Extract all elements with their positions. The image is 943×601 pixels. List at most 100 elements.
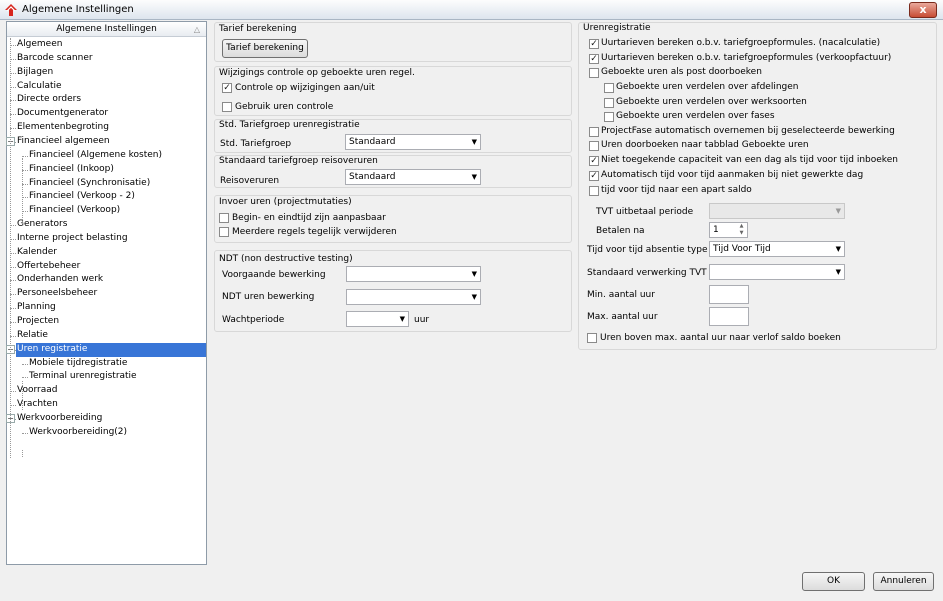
urenregistratie-checkbox[interactable] [589,186,599,196]
verwerking-tvt-dropdown[interactable]: ▼ [709,264,845,280]
chevron-down-icon: ▼ [399,315,405,323]
tree-item[interactable]: Uren registratie [16,342,206,357]
tree-item-label: Terminal urenregistratie [29,371,137,382]
boven-max-checkbox[interactable] [587,333,597,343]
close-button[interactable]: x [909,2,937,18]
tree-item-label: Projecten [17,316,60,326]
tree-header[interactable]: Algemene Instellingen △ [7,22,206,37]
meerdere-regels-checkbox[interactable] [219,227,229,237]
urenregistratie-checkbox[interactable]: ✓ [589,156,599,166]
std-tariefgroep-value: Standaard [349,137,396,147]
tree-item[interactable]: Interne project belasting [16,232,206,246]
urenregistratie-checkbox[interactable] [589,127,599,137]
tree-item[interactable]: Algemeen [16,38,206,52]
annuleren-button[interactable]: Annuleren [873,572,934,591]
tree-item[interactable]: Financieel (Algemene kosten) [28,149,206,163]
urenregistratie-checkbox-label: Uurtarieven bereken o.b.v. tariefgroepfo… [601,53,892,63]
window-title: Algemene Instellingen [22,4,134,15]
urenregistratie-checkbox[interactable] [604,83,614,93]
absentie-type-dropdown[interactable]: Tijd Voor Tijd ▼ [709,241,845,257]
spin-down-icon[interactable]: ▼ [737,230,746,237]
absentie-type-value: Tijd Voor Tijd [713,244,771,254]
tree-item[interactable]: Financieel algemeen [16,135,206,149]
tree-item[interactable]: Vrachten [16,398,206,412]
tree-item[interactable]: Terminal urenregistratie [28,370,206,384]
tree-item[interactable]: Financieel (Synchronisatie) [28,177,206,191]
tarief-title: Tarief berekening [219,24,297,34]
tree-item[interactable]: Bijlagen [16,66,206,80]
tarief-berekening-button[interactable]: Tarief berekening [222,39,308,58]
urenregistratie-checkbox[interactable]: ✓ [589,54,599,64]
settings-tree: Algemene Instellingen △ Algemeen Barcode … [6,21,207,565]
min-aantal-uur-input[interactable] [709,285,749,304]
tree-connector [22,155,28,157]
ok-button[interactable]: OK [802,572,865,591]
betalen-na-value: 1 [713,225,719,235]
ndt-uren-label: NDT uren bewerking [222,292,315,302]
tree-item[interactable]: Financieel (Verkoop - 2) [28,190,206,204]
max-aantal-uur-input[interactable] [709,307,749,326]
tree-item[interactable]: Mobiele tijdregistratie [28,357,206,371]
tree-item[interactable]: Onderhanden werk [16,273,206,287]
betalen-na-spinner[interactable]: 1 ▲ ▼ [709,222,748,238]
tree-item-label: Calculatie [17,80,62,91]
tree-item-label: Onderhanden werk [17,274,104,285]
min-aantal-uur-label: Min. aantal uur [587,290,655,300]
wachtperiode-dropdown[interactable]: ▼ [346,311,409,327]
chevron-down-icon: ▼ [471,138,477,146]
tree-item[interactable]: Voorraad [16,384,206,398]
tree-connector [22,432,28,434]
tree-item[interactable]: Projecten [16,315,206,329]
tree-item[interactable]: Documentgenerator [16,107,206,121]
reisoveruren-title: Standaard tariefgroep reisoveruren [219,156,378,166]
controle-label: Controle op wijzigingen aan/uit [235,83,375,93]
verwerking-tvt-label: Standaard verwerking TVT [587,268,707,278]
urenregistratie-checkbox[interactable]: ✓ [589,171,599,181]
urenregistratie-checkbox[interactable] [589,141,599,151]
tree-item-label: Financieel algemeen [17,135,110,146]
tree-item[interactable]: Financieel (Inkoop) [28,163,206,177]
tree-item[interactable]: Planning [16,301,206,315]
tree-item[interactable]: Kalender [16,246,206,260]
invoer-title: Invoer uren (projectmutaties) [219,197,352,207]
tree-item-label: Directe orders [17,94,82,105]
reisoveruren-dropdown[interactable]: Standaard ▼ [345,169,481,185]
tree-connector [22,158,23,226]
tree-item-label: Financieel (Synchronisatie) [29,177,151,188]
std-tariefgroep-label: Std. Tariefgroep [220,139,292,149]
title-bar: Algemene Instellingen x [0,0,943,20]
tree-item-label: Financieel (Verkoop) [29,205,121,216]
tree-item-label: Interne project belasting [17,232,128,243]
tree-item[interactable]: Werkvoorbereiding [16,412,206,426]
tree-item[interactable]: Relatie [16,329,206,343]
urenregistratie-checkbox[interactable] [589,68,599,78]
urenregistratie-checkbox[interactable] [604,112,614,122]
tree-header-label: Algemene Instellingen [56,24,157,34]
urenregistratie-checkbox[interactable] [604,98,614,108]
tree-item[interactable]: Offertebeheer [16,260,206,274]
urenregistratie-checkbox-label: Uurtarieven bereken o.b.v. tariefgroepfo… [601,38,881,48]
controle-checkbox[interactable]: ✓ [222,83,232,93]
tree-item[interactable]: Financieel (Verkoop) [28,204,206,218]
spin-up-icon[interactable]: ▲ [737,223,746,230]
ndt-uren-bewerking-dropdown[interactable]: ▼ [346,289,481,305]
std-tariefgroep-dropdown[interactable]: Standaard ▼ [345,134,481,150]
tree-item[interactable]: Calculatie [16,80,206,94]
tree-item[interactable]: Elementenbegroting [16,121,206,135]
urenregistratie-checkbox-label: Geboekte uren verdelen over afdelingen [616,82,799,92]
tree-item-label: Voorraad [17,385,58,396]
voorgaande-bewerking-dropdown[interactable]: ▼ [346,266,481,282]
urenregistratie-checkbox-label: Geboekte uren verdelen over werksoorten [616,97,807,107]
tree-item[interactable]: Generators [16,218,206,232]
tree-item[interactable]: Barcode scanner [16,52,206,66]
resize-grip[interactable] [931,589,941,599]
tree-item[interactable]: Werkvoorbereiding(2) [28,426,206,440]
tvt-uitbetaal-dropdown[interactable]: ▼ [709,203,845,219]
chevron-down-icon: ▼ [835,268,841,276]
urenregistratie-checkbox[interactable]: ✓ [589,39,599,49]
tree-item[interactable]: Personeelsbeheer [16,287,206,301]
tree-item-label: Elementenbegroting [17,122,109,133]
begin-eind-checkbox[interactable] [219,213,229,223]
tree-item[interactable]: Directe orders [16,93,206,107]
gebruik-uren-controle-checkbox[interactable] [222,102,232,112]
